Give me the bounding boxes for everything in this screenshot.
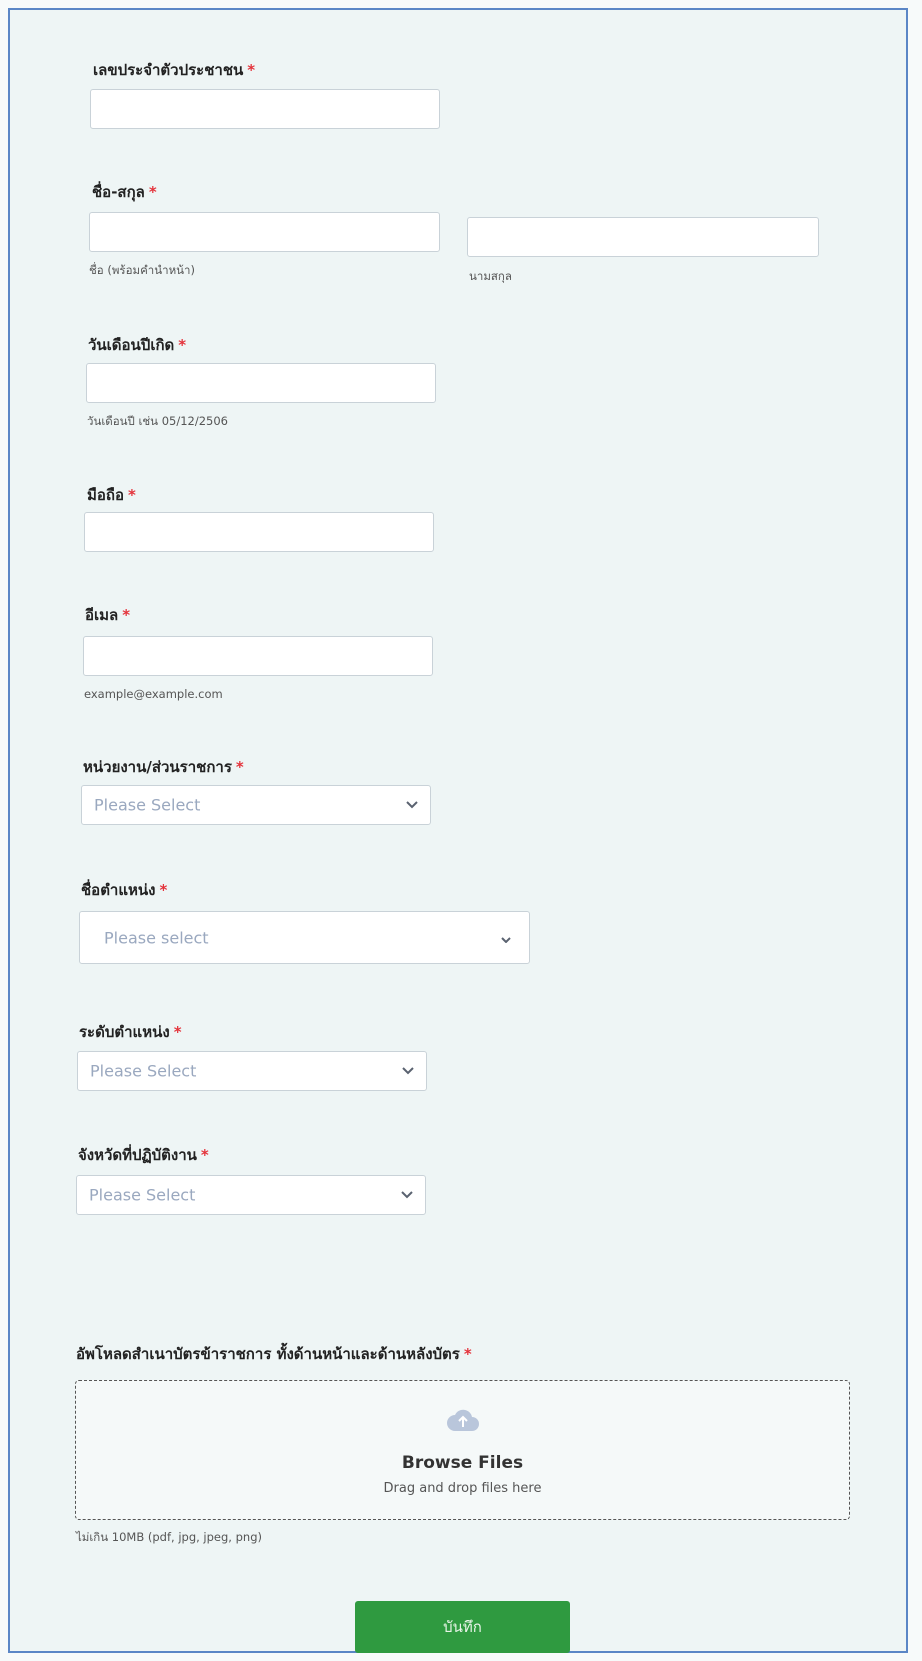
position-label: ชื่อตำแหน่ง * [81, 881, 168, 899]
level-label: ระดับตำแหน่ง * [79, 1023, 182, 1041]
email-input[interactable] [83, 636, 433, 676]
mobile-label: มือถือ * [87, 486, 136, 504]
email-label: อีเมล * [85, 606, 131, 624]
required-mark: * [128, 486, 136, 504]
browse-files-button[interactable]: Browse Files [76, 1453, 849, 1473]
birthdate-label: วันเดือนปีเกิด * [88, 336, 187, 354]
chevron-down-icon [406, 801, 418, 809]
upload-hint: ไม่เกิน 10MB (pdf, jpg, jpeg, png) [76, 1530, 262, 1544]
file-dropzone[interactable]: Browse Files Drag and drop files here [75, 1380, 850, 1520]
id-card-label: เลขประจำตัวประชาชน * [93, 61, 256, 79]
province-placeholder: Please Select [89, 1185, 196, 1205]
last-name-hint: นามสกุล [469, 269, 512, 283]
chevron-down-icon [501, 936, 511, 943]
cloud-upload-icon [446, 1409, 479, 1431]
mobile-input[interactable] [84, 512, 434, 552]
birthdate-hint: วันเดือนปี เช่น 05/12/2506 [87, 414, 228, 428]
required-mark: * [159, 881, 168, 899]
province-label: จังหวัดที่ปฏิบัติงาน * [78, 1146, 209, 1164]
first-name-hint: ชื่อ (พร้อมคำนำหน้า) [89, 263, 195, 277]
last-name-input[interactable] [467, 217, 819, 257]
department-select[interactable]: Please Select [81, 785, 431, 825]
level-placeholder: Please Select [90, 1061, 197, 1081]
required-mark: * [178, 336, 187, 354]
upload-label: อัพโหลดสำเนาบัตรข้าราชการ ทั้งด้านหน้าแล… [76, 1345, 472, 1363]
drag-drop-text: Drag and drop files here [383, 1481, 542, 1496]
birthdate-input[interactable] [86, 363, 436, 403]
position-placeholder: Please select [104, 928, 209, 947]
required-mark: * [148, 183, 157, 201]
province-select[interactable]: Please Select [76, 1175, 426, 1215]
department-label: หน่วยงาน/ส่วนราชการ * [83, 758, 244, 776]
email-hint: example@example.com [84, 687, 223, 701]
required-mark: * [173, 1023, 182, 1041]
submit-button[interactable]: บันทึก [355, 1601, 570, 1653]
id-card-input[interactable] [90, 89, 440, 129]
name-label: ชื่อ-สกุล * [92, 183, 157, 201]
required-mark: * [122, 606, 131, 624]
level-select[interactable]: Please Select [77, 1051, 427, 1091]
required-mark: * [200, 1146, 209, 1164]
chevron-down-icon [402, 1067, 414, 1075]
required-mark: * [247, 61, 256, 79]
chevron-down-icon [401, 1191, 413, 1199]
required-mark: * [463, 1345, 472, 1363]
position-select[interactable]: Please select [79, 911, 530, 964]
required-mark: * [235, 758, 244, 776]
department-placeholder: Please Select [94, 795, 201, 815]
first-name-input[interactable] [89, 212, 440, 252]
